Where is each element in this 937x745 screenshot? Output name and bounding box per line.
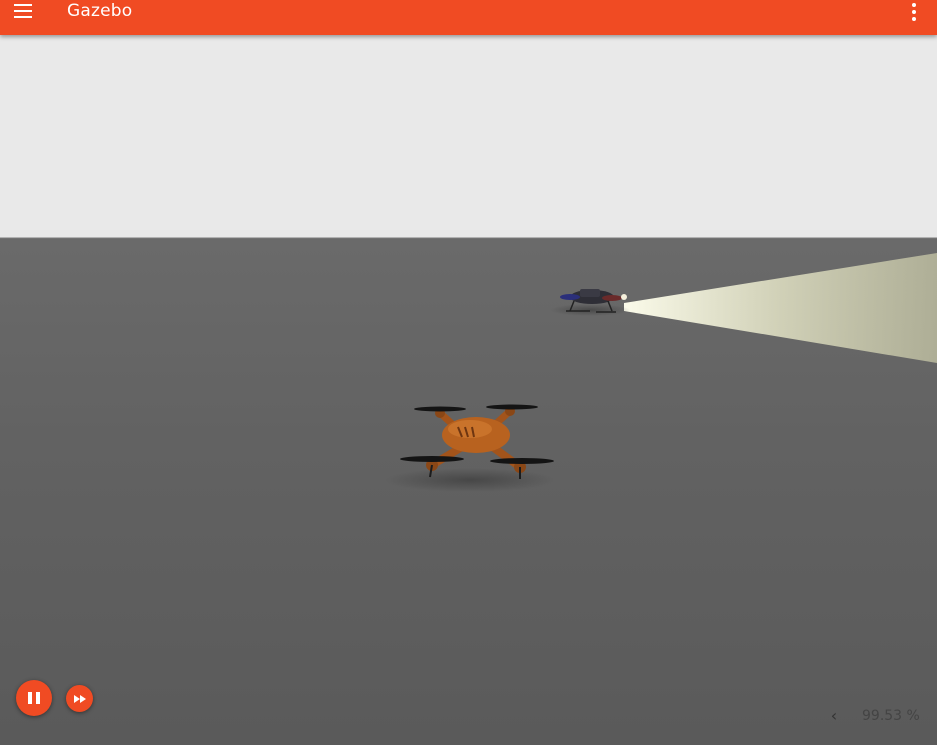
scene-canvas [0,35,937,745]
hamburger-menu-icon [14,4,32,6]
top-app-bar: Gazebo [0,0,937,35]
more-dot [912,17,916,21]
step-forward-button[interactable] [66,685,93,712]
ff-triangle [80,695,86,703]
real-time-factor: 99.53 % [862,708,920,724]
pause-button[interactable] [16,680,52,716]
gazebo-app: Gazebo ‹ 99.53 % [0,0,937,745]
more-options-button[interactable] [903,2,923,22]
hamburger-line [14,10,32,12]
menu-button[interactable] [8,0,38,24]
stats-collapse-toggle[interactable]: ‹ [826,706,842,726]
app-title: Gazebo [67,1,133,21]
more-vertical-icon [912,3,916,7]
pause-bar [28,692,32,704]
hamburger-line [14,16,32,18]
pause-bar [36,692,40,704]
3d-scene-viewport[interactable] [0,35,937,745]
sky [0,35,937,238]
more-dot [912,10,916,14]
